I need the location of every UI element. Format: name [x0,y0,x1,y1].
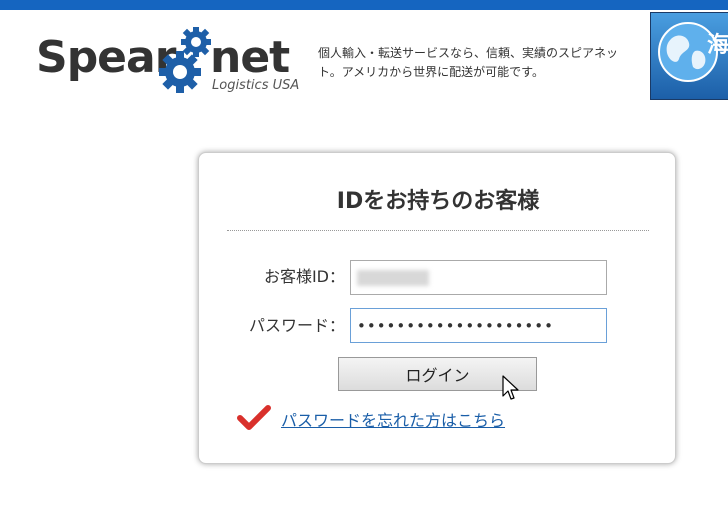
title-divider [227,230,649,231]
logo-subtitle: Logistics USA [212,78,300,93]
check-icon [237,405,271,430]
top-accent-bar [0,0,728,10]
password-label: パスワード： [248,316,345,335]
logo-word-net: net [210,32,290,83]
password-input[interactable] [350,308,607,343]
customer-id-redacted-value [357,270,429,286]
promo-banner[interactable]: 海 [650,12,728,100]
login-panel: IDをお持ちのお客様 お客様ID： パスワード： ログイン パスワードを忘れた方… [198,152,676,464]
login-title: IDをお持ちのお客様 [336,189,540,214]
forgot-password-link[interactable]: パスワードを忘れた方はこちら [281,407,505,431]
customer-id-label: お客様ID： [263,267,345,286]
logo-word-spear: Spear [36,32,176,83]
mouse-cursor-icon [502,375,519,400]
banner-text: 海 [707,33,728,58]
spearnet-logo[interactable]: Spear net Logistics USA [36,26,316,102]
site-tagline: 個人輸入・転送サービスなら、信頼、実績のスピアネット。アメリカから世界に配送が可… [318,46,619,79]
